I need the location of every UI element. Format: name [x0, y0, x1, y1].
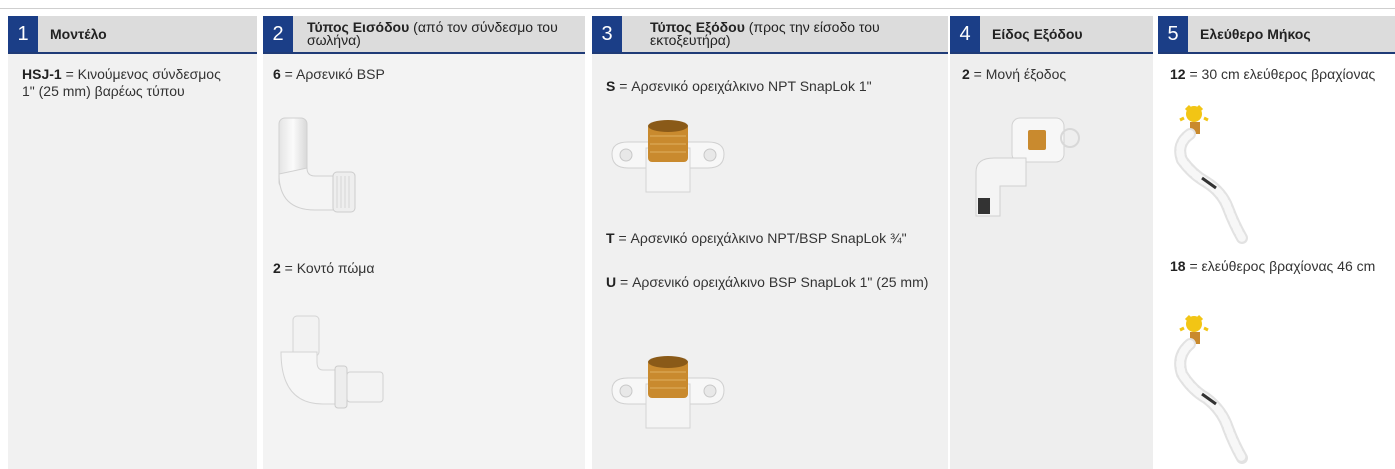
- column-header: 5 Ελεύθερο Μήκος: [1158, 16, 1395, 54]
- option-outlet-u: U = Αρσενικό ορειχάλκινο BSP SnapLok 1" …: [606, 274, 929, 290]
- step-number-badge: 3: [592, 16, 622, 52]
- option-inlet-2: 2 = Κοντό πώμα: [273, 260, 375, 276]
- column-swing-length: 5 Ελεύθερο Μήκος 12 = 30 cm ελεύθερος βρ…: [1158, 16, 1395, 469]
- single-outlet-elbow-image: [975, 117, 1080, 217]
- option-length-12: 12 = 30 cm ελεύθερος βραχίονας: [1170, 66, 1376, 82]
- column-title: Είδος Εξόδου: [992, 26, 1083, 42]
- column-title: Μοντέλο: [50, 26, 107, 42]
- swing-arm-30cm-image: [1174, 104, 1248, 244]
- column-title: Τύπος Εξόδου (προς την είσοδο του εκτοξε…: [650, 19, 880, 48]
- column-title: Ελεύθερο Μήκος: [1200, 26, 1311, 42]
- option-inlet-6: 6 = Αρσενικό BSP: [273, 66, 385, 82]
- column-body: S = Αρσενικό ορειχάλκινο NPT SnapLok 1" …: [592, 54, 948, 469]
- option-outlet-t: T = Αρσενικό ορειχάλκινο NPT/BSP SnapLok…: [606, 230, 907, 246]
- pvc-elbow-short-spigot-image: [280, 315, 384, 409]
- option-length-18: 18 = ελεύθερος βραχίονας 46 cm: [1170, 258, 1376, 274]
- column-body: 6 = Αρσενικό BSP 2 = Κοντό πώμα: [263, 54, 585, 469]
- column-title: Τύπος Εισόδου (από τον σύνδεσμο του σωλή…: [307, 19, 558, 48]
- column-body: HSJ-1 = Κινούμενος σύνδεσμος 1" (25 mm) …: [8, 54, 257, 469]
- top-rule: [0, 8, 1395, 9]
- step-number-badge: 2: [263, 16, 293, 52]
- step-number-badge: 4: [950, 16, 980, 52]
- column-outlet-type: 3 Τύπος Εξόδου (προς την είσοδο του εκτο…: [592, 16, 948, 469]
- column-inlet-type: 2 Τύπος Εισόδου (από τον σύνδεσμο του σω…: [263, 16, 585, 469]
- brass-snaplok-outlet-image: [611, 356, 725, 429]
- column-outlet-kind: 4 Είδος Εξόδου 2 = Μονή έξοδος: [950, 16, 1153, 469]
- column-header: 2 Τύπος Εισόδου (από τον σύνδεσμο του σω…: [263, 16, 585, 54]
- option-outlet-kind-2: 2 = Μονή έξοδος: [962, 66, 1067, 82]
- product-configurator-table: 1 Μοντέλο HSJ-1 = Κινούμενος σύνδεσμος 1…: [8, 16, 1395, 469]
- step-number-badge: 5: [1158, 16, 1188, 52]
- column-header: 3 Τύπος Εξόδου (προς την είσοδο του εκτο…: [592, 16, 948, 54]
- option-outlet-s: S = Αρσενικό ορειχάλκινο NPT SnapLok 1": [606, 78, 872, 94]
- column-header: 1 Μοντέλο: [8, 16, 257, 54]
- column-body: 12 = 30 cm ελεύθερος βραχίονας 18 = ελεύ…: [1158, 54, 1395, 469]
- step-number-badge: 1: [8, 16, 38, 52]
- column-header: 4 Είδος Εξόδου: [950, 16, 1153, 54]
- brass-snaplok-outlet-image: [611, 120, 725, 193]
- pvc-elbow-male-bsp-image: [278, 117, 356, 213]
- option-hsj1: HSJ-1 = Κινούμενος σύνδεσμος 1" (25 mm) …: [22, 66, 221, 99]
- column-model: 1 Μοντέλο HSJ-1 = Κινούμενος σύνδεσμος 1…: [8, 16, 257, 469]
- column-body: 2 = Μονή έξοδος: [950, 54, 1153, 469]
- swing-arm-46cm-image: [1174, 314, 1248, 464]
